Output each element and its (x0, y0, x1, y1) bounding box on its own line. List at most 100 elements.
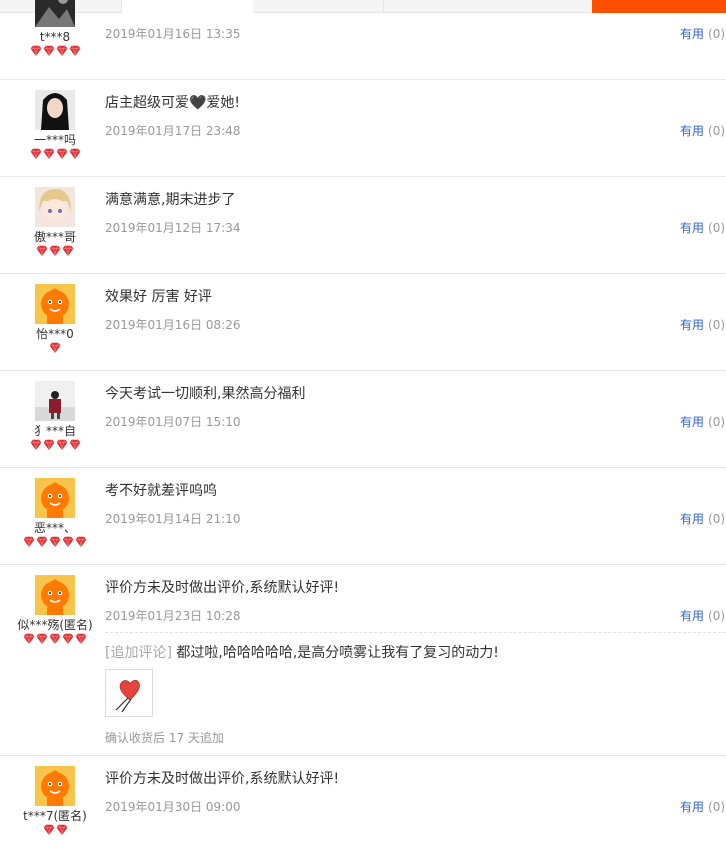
useful-label[interactable]: 有用 (680, 609, 704, 623)
rank-gem-icon (43, 45, 54, 56)
username: t***7(匿名) (23, 809, 87, 823)
review-item: 傲***哥 满意满意,期末进步了 2019年01月12日 17:34 有用 (0) (0, 177, 726, 274)
rank-gems (0, 824, 110, 836)
append-divider (105, 632, 726, 633)
append-text: 都过啦,哈哈哈哈哈,是高分喷雾让我有了复习的动力! (176, 645, 499, 661)
rank-gem-icon (43, 148, 54, 159)
rank-gem-icon (36, 536, 48, 547)
reviewer: 傲***哥 (0, 187, 110, 257)
reviewer: t***8 (0, 0, 110, 57)
review-content: 今天考试一切顺利,果然高分福利 (105, 386, 306, 402)
avatar[interactable] (35, 766, 75, 806)
taobao-default-avatar-icon (35, 575, 75, 615)
review-date: 2019年01月17日 23:48 (105, 124, 241, 138)
username: 傲***哥 (33, 230, 76, 244)
rank-gem-icon (43, 439, 54, 450)
review-image-thumbnail[interactable] (105, 669, 153, 717)
rank-gem-icon (62, 245, 74, 256)
username: 一***吗 (33, 133, 76, 147)
review-date: 2019年01月16日 13:35 (105, 27, 241, 41)
review-item: t***7(匿名) 评价方未及时做出评价,系统默认好评! 2019年01月30日… (0, 756, 726, 852)
review-content: 满意满意,期末进步了 (105, 192, 236, 208)
reviewer: 犭***自 (0, 381, 110, 451)
useful-button[interactable]: 有用 (0) (680, 122, 725, 139)
username: 犭***自 (33, 424, 76, 438)
person-sitting-avatar-icon (35, 381, 75, 421)
review-content: 评价方未及时做出评价,系统默认好评! (105, 580, 340, 596)
useful-count: (0) (708, 221, 726, 235)
useful-label[interactable]: 有用 (680, 415, 704, 429)
rank-gems (0, 45, 110, 57)
rank-gem-icon (49, 342, 61, 353)
useful-count: (0) (708, 800, 726, 814)
rank-gem-icon (75, 633, 87, 644)
rank-gems (0, 633, 110, 645)
useful-count: (0) (708, 318, 726, 332)
useful-count: (0) (708, 415, 726, 429)
rank-gems (0, 342, 110, 354)
review-item: 似***殇(匿名) 评价方未及时做出评价,系统默认好评! 2019年01月23日… (0, 565, 726, 756)
useful-button[interactable]: 有用 (0) (680, 510, 725, 527)
rank-gem-icon (49, 536, 61, 547)
rank-gem-icon (49, 633, 61, 644)
rank-gem-icon (30, 148, 41, 159)
review-date: 2019年01月30日 09:00 (105, 800, 241, 814)
useful-label[interactable]: 有用 (680, 221, 704, 235)
rank-gems (0, 536, 110, 548)
useful-button[interactable]: 有用 (0) (680, 798, 725, 815)
review-item: 犭***自 今天考试一切顺利,果然高分福利 2019年01月07日 15:10 … (0, 371, 726, 468)
rank-gem-icon (36, 245, 48, 256)
reviewer: 似***殇(匿名) (0, 575, 110, 645)
rank-gem-icon (49, 245, 61, 256)
rank-gem-icon (43, 824, 54, 835)
reviewer: 怡***0 (0, 284, 110, 354)
avatar[interactable] (35, 284, 75, 324)
username: 怡***0 (36, 327, 74, 341)
username: 恶***、 (33, 521, 76, 535)
appended-review: [追加评论] 都过啦,哈哈哈哈哈,是高分喷雾让我有了复习的动力! (105, 642, 499, 662)
useful-label[interactable]: 有用 (680, 318, 704, 332)
rank-gem-icon (23, 633, 35, 644)
avatar[interactable] (35, 0, 75, 27)
rank-gem-icon (56, 148, 67, 159)
append-note: 确认收货后 17 天追加 (105, 731, 224, 745)
review-date: 2019年01月14日 21:10 (105, 512, 241, 526)
append-label: [追加评论] (105, 645, 172, 661)
useful-label[interactable]: 有用 (680, 124, 704, 138)
rank-gem-icon (62, 633, 74, 644)
rank-gem-icon (23, 536, 35, 547)
review-date: 2019年01月23日 10:28 (105, 609, 241, 623)
rank-gem-icon (69, 439, 80, 450)
useful-button[interactable]: 有用 (0) (680, 25, 725, 42)
rank-gem-icon (62, 536, 74, 547)
review-content: 评价方未及时做出评价,系统默认好评! (105, 771, 340, 787)
useful-label[interactable]: 有用 (680, 512, 704, 526)
anime-blond-avatar-icon (35, 187, 75, 227)
useful-button[interactable]: 有用 (0) (680, 316, 725, 333)
heart-image-icon (106, 670, 152, 716)
rank-gem-icon (56, 824, 67, 835)
avatar[interactable] (35, 90, 75, 130)
avatar[interactable] (35, 478, 75, 518)
review-item: 一***吗 店主超级可爱🖤爱她! 2019年01月17日 23:48 有用 (0) (0, 80, 726, 177)
useful-label[interactable]: 有用 (680, 800, 704, 814)
review-date: 2019年01月16日 08:26 (105, 318, 241, 332)
useful-label[interactable]: 有用 (680, 27, 704, 41)
useful-button[interactable]: 有用 (0) (680, 607, 725, 624)
review-content: 店主超级可爱🖤爱她! (105, 95, 241, 111)
useful-button[interactable]: 有用 (0) (680, 219, 725, 236)
rank-gem-icon (56, 439, 67, 450)
reviewer: t***7(匿名) (0, 766, 110, 836)
avatar[interactable] (35, 381, 75, 421)
useful-button[interactable]: 有用 (0) (680, 413, 725, 430)
avatar[interactable] (35, 575, 75, 615)
rank-gems (0, 439, 110, 451)
avatar[interactable] (35, 187, 75, 227)
review-item: t***8 2019年01月16日 13:35 有用 (0) (0, 0, 726, 80)
review-item: 怡***0 效果好 厉害 好评 2019年01月16日 08:26 有用 (0) (0, 274, 726, 371)
useful-count: (0) (708, 609, 726, 623)
rank-gem-icon (56, 45, 67, 56)
rank-gem-icon (75, 536, 87, 547)
review-item: 恶***、 考不好就差评呜呜 2019年01月14日 21:10 有用 (0) (0, 468, 726, 565)
useful-count: (0) (708, 27, 726, 41)
